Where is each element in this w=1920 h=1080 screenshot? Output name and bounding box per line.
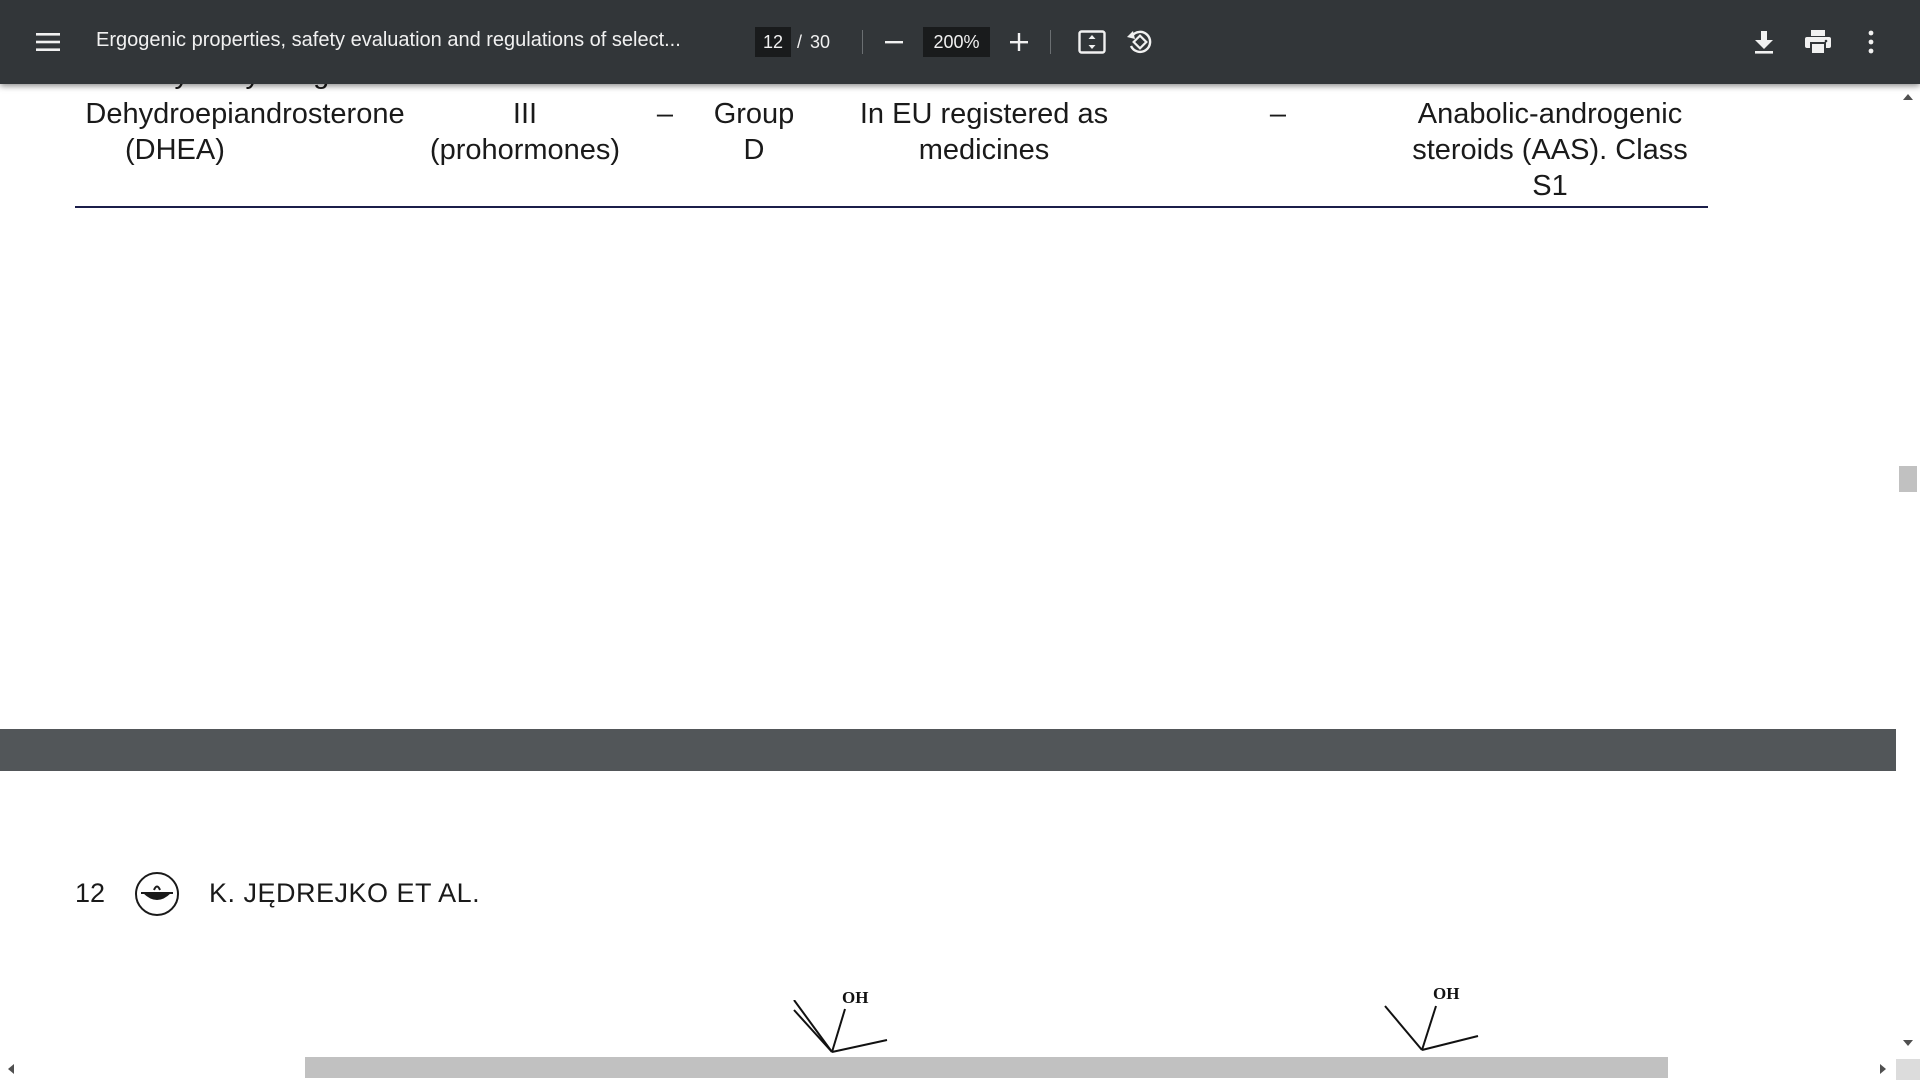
table-cell-wada: Anabolic-androgenic steroids (AAS). Clas… — [1400, 96, 1700, 204]
table-cell-group: Group D — [700, 96, 808, 168]
page-separator: / — [797, 32, 803, 52]
scroll-left-arrow-icon[interactable] — [8, 1064, 14, 1074]
category-line-2: (prohormones) — [429, 134, 621, 166]
rotate-button[interactable] — [1118, 20, 1162, 64]
document-title: Ergogenic properties, safety evaluation … — [96, 29, 681, 51]
print-button[interactable] — [1796, 20, 1840, 64]
table-cell-col6: – — [1269, 98, 1287, 130]
journal-logo-icon — [135, 872, 179, 916]
scroll-down-arrow-icon[interactable] — [1903, 1040, 1913, 1046]
wada-line-1: Anabolic-androgenic — [1417, 98, 1683, 130]
substance-line-2: (DHEA) — [125, 134, 225, 166]
horizontal-scroll-thumb[interactable] — [305, 1057, 1668, 1078]
more-actions-button[interactable] — [1849, 20, 1893, 64]
zoom-level-input[interactable] — [923, 27, 990, 57]
eu-status-line-2: medicines — [918, 134, 1050, 166]
table-cell-col3: – — [656, 98, 674, 130]
group-line-2: D — [743, 134, 765, 166]
document-viewer[interactable]: 5α-hydroxylaxogenin Not recommend Dehydr… — [0, 0, 1896, 1059]
rotate-counterclockwise-icon — [1127, 30, 1152, 54]
download-icon — [1755, 31, 1773, 54]
scrollbar-corner — [1896, 1059, 1920, 1080]
minus-icon — [885, 41, 903, 44]
fit-to-page-button[interactable] — [1070, 20, 1114, 64]
more-vertical-icon — [1868, 30, 1874, 54]
table-cell-substance: Dehydroepiandrosterone (DHEA) — [85, 96, 405, 168]
pdf-page-11: 5α-hydroxylaxogenin Not recommend Dehydr… — [0, 0, 1896, 729]
eu-status-line-1: In EU registered as — [859, 98, 1109, 130]
group-line-1: Group — [713, 98, 795, 130]
running-title: K. JĘDREJKO ET AL. — [209, 878, 481, 908]
chem-structure-2 — [1384, 1005, 1479, 1051]
scroll-up-arrow-icon[interactable] — [1903, 94, 1913, 100]
chem-structure-1 — [793, 1000, 888, 1053]
wada-line-3: S1 — [1532, 170, 1568, 202]
zoom-out-button[interactable] — [872, 20, 916, 64]
table-bottom-rule — [75, 206, 1708, 208]
print-icon — [1805, 30, 1831, 55]
substance-line-1: Dehydroepiandrosterone — [85, 98, 405, 130]
category-line-1: III — [512, 98, 538, 130]
vertical-scroll-thumb[interactable] — [1899, 466, 1917, 492]
page-number-input[interactable] — [755, 27, 791, 57]
page-total: 30 — [810, 32, 831, 52]
scroll-right-arrow-icon[interactable] — [1880, 1064, 1886, 1074]
page-number: 12 — [75, 878, 106, 908]
vertical-scrollbar[interactable] — [1896, 84, 1920, 1059]
wada-line-2: steroids (AAS). Class — [1412, 134, 1688, 166]
download-button[interactable] — [1742, 20, 1786, 64]
fit-to-page-icon — [1078, 30, 1106, 54]
pdf-toolbar: Ergogenic properties, safety evaluation … — [0, 0, 1920, 84]
zoom-in-button[interactable] — [997, 20, 1041, 64]
table-cell-eu-status: In EU registered as medicines — [840, 96, 1128, 168]
menu-button[interactable] — [26, 20, 70, 64]
pdf-page-12 — [0, 771, 1896, 1059]
plus-icon — [1010, 33, 1028, 51]
table-cell-category: III (prohormones) — [415, 96, 635, 168]
toolbar-divider — [1050, 30, 1051, 54]
toolbar-divider — [862, 30, 863, 54]
hamburger-menu-icon — [36, 33, 60, 51]
